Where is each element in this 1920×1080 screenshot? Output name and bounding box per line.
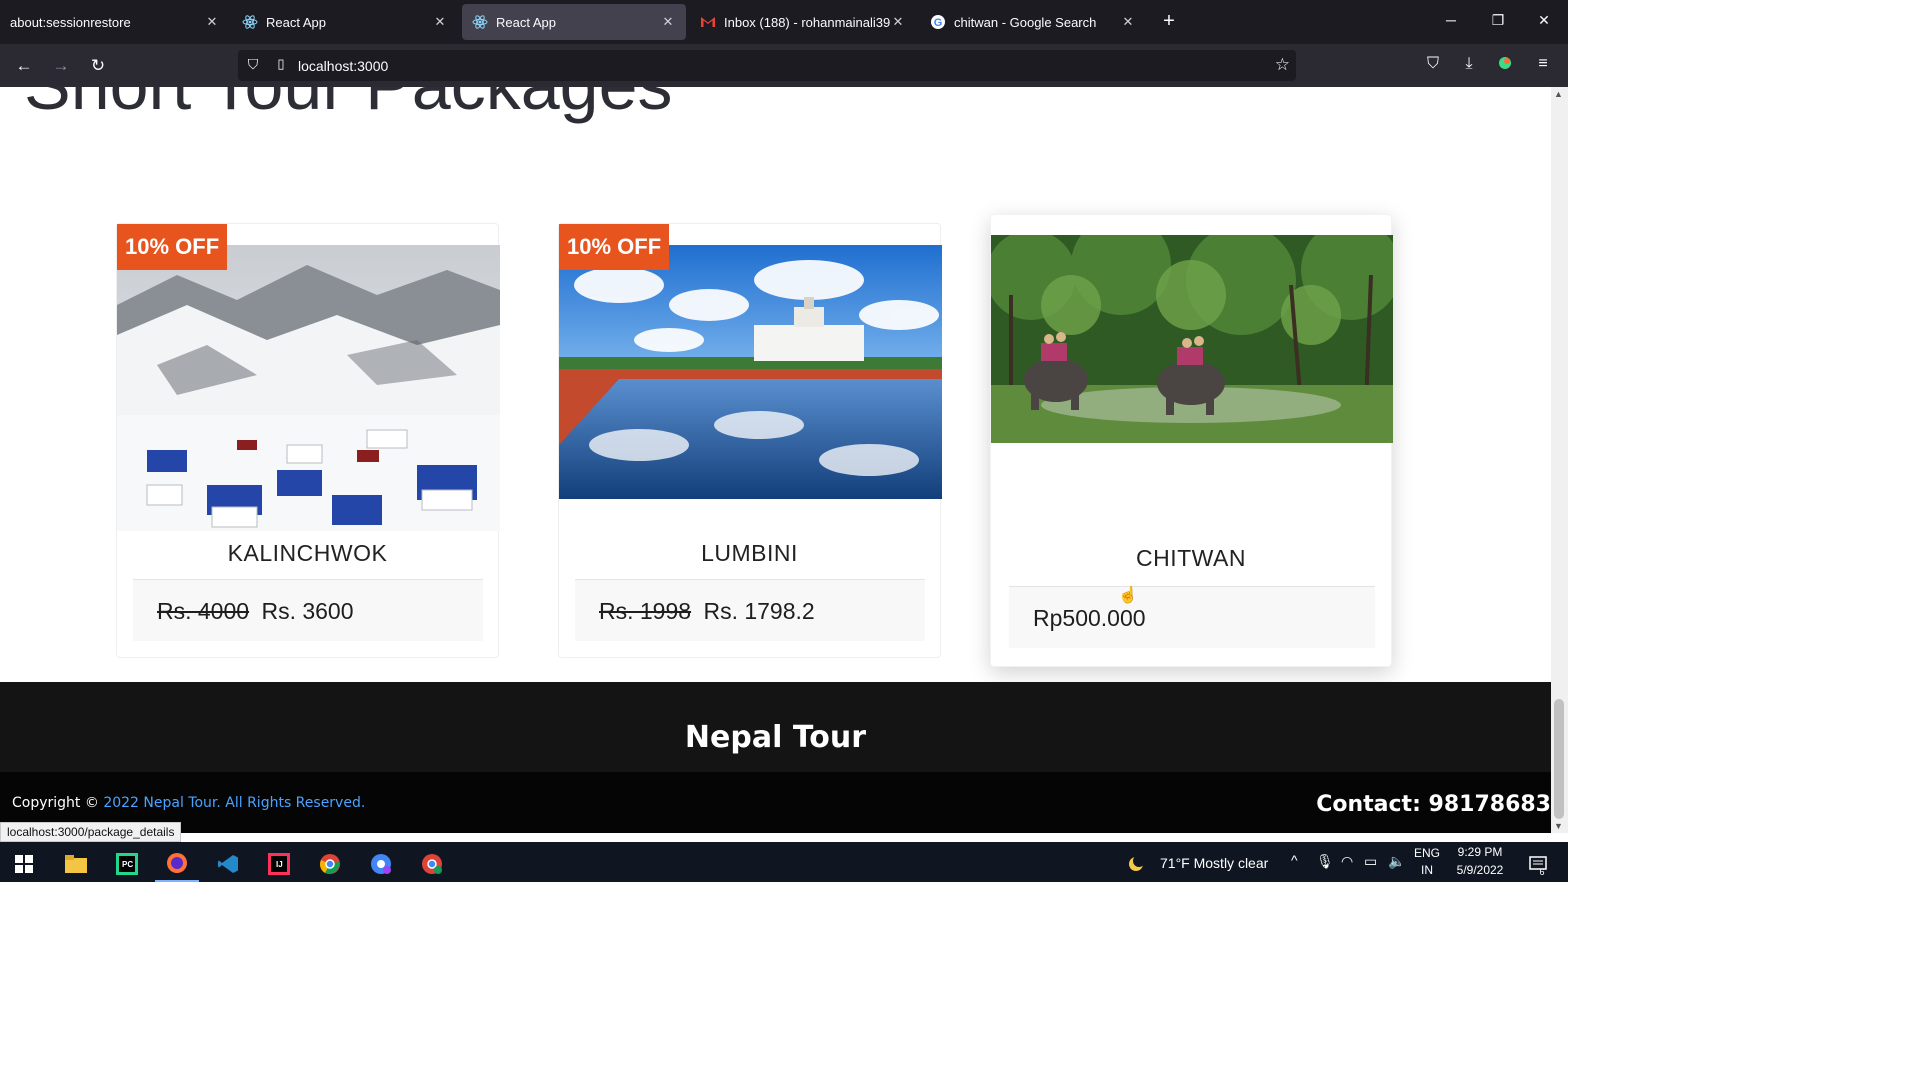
firefox-icon[interactable] — [155, 846, 199, 882]
weather-text[interactable]: 71°F Mostly clear — [1160, 855, 1268, 871]
windows-start-icon[interactable] — [2, 846, 46, 882]
tab-google-search[interactable]: G chitwan - Google Search ✕ — [920, 4, 1146, 40]
contact-text: Contact: 98178683 — [1316, 792, 1551, 817]
svg-text:G: G — [934, 17, 943, 29]
intellij-icon[interactable]: IJ — [257, 846, 301, 882]
discounted-price: Rs. 3600 — [261, 598, 354, 624]
page-viewport: Short Tour Packages — [0, 87, 1551, 833]
minimize-icon[interactable]: ─ — [1441, 12, 1461, 28]
gmail-icon — [700, 14, 716, 30]
chrome-icon[interactable] — [308, 846, 352, 882]
scroll-up-arrow-icon[interactable]: ▲ — [1554, 89, 1563, 99]
browser-nav-bar: ← → ↻ ⛉ ▯ localhost:3000 ☆ ⛉ ⤓ ≡ — [0, 44, 1568, 87]
chevron-up-icon[interactable]: ^ — [1291, 852, 1298, 868]
window-close-icon[interactable]: ✕ — [1534, 12, 1554, 29]
package-card-kalinchwok[interactable]: 10% OFF KALINCHWOK Rs. 4000 Rs. 3600 — [116, 223, 500, 658]
footer-bottom: Copyright © 2022 Nepal Tour. All Rights … — [0, 772, 1551, 833]
pycharm-icon[interactable]: PC — [105, 846, 149, 882]
link-status-tooltip: localhost:3000/package_details — [0, 822, 182, 842]
browser-tab-strip: about:sessionrestore ✕ React App ✕ React… — [0, 0, 1568, 44]
menu-hamburger-icon[interactable]: ≡ — [1532, 55, 1554, 73]
battery-icon[interactable]: ▭ — [1364, 853, 1377, 870]
copyright-text: Copyright © 2022 Nepal Tour. All Rights … — [12, 795, 365, 811]
volume-icon[interactable]: 🔈 — [1388, 853, 1405, 870]
language-bottom[interactable]: IN — [1412, 863, 1442, 877]
tab-label: React App — [496, 14, 556, 30]
price-box: Rp500.000 — [1009, 586, 1375, 648]
react-icon — [472, 14, 488, 30]
discount-badge: 10% OFF — [559, 224, 670, 270]
back-arrow-icon[interactable]: ← — [13, 55, 35, 77]
tab-gmail-inbox[interactable]: Inbox (188) - rohanmainali39@ ✕ — [690, 4, 916, 40]
tab-label: Inbox (188) - rohanmainali39@ — [724, 14, 890, 30]
scroll-down-arrow-icon[interactable]: ▼ — [1554, 821, 1563, 831]
chrome-profile-2-icon[interactable] — [410, 846, 454, 882]
extension-icon[interactable] — [1494, 55, 1516, 76]
tab-react-app-active[interactable]: React App ✕ — [462, 4, 686, 40]
tab-label: React App — [266, 14, 326, 30]
reload-icon[interactable]: ↻ — [87, 55, 109, 77]
svg-text:IJ: IJ — [276, 860, 283, 869]
page-scrollbar[interactable]: ▲ ▼ — [1551, 87, 1568, 833]
weather-moon-icon[interactable] — [1116, 846, 1156, 882]
tab-close-icon[interactable]: ✕ — [432, 14, 448, 30]
scrollbar-thumb[interactable] — [1554, 699, 1564, 819]
original-price: Rs. 1998 — [599, 598, 692, 624]
google-icon: G — [930, 14, 946, 30]
download-icon[interactable]: ⤓ — [1458, 55, 1480, 73]
tab-close-icon[interactable]: ✕ — [660, 14, 676, 30]
new-tab-button[interactable]: + — [1158, 10, 1180, 33]
price-box: Rs. 1998 Rs. 1798.2 — [575, 579, 925, 641]
footer-top: Nepal Tour — [0, 682, 1551, 772]
vscode-icon[interactable] — [206, 846, 250, 882]
language-top[interactable]: ENG — [1412, 846, 1442, 860]
tab-react-app-1[interactable]: React App ✕ — [232, 4, 458, 40]
page-info-icon[interactable]: ▯ — [272, 56, 290, 74]
discount-badge: 10% OFF — [117, 224, 228, 270]
package-image-snowy-village — [117, 245, 500, 531]
tab-close-icon[interactable]: ✕ — [204, 14, 220, 30]
notification-count-badge: 6 — [1539, 867, 1545, 877]
tab-session-restore[interactable]: about:sessionrestore ✕ — [0, 4, 230, 40]
address-bar[interactable]: ⛉ ▯ localhost:3000 ☆ — [238, 50, 1296, 81]
pocket-icon[interactable]: ⛉ — [1422, 55, 1444, 73]
price-row: Rp500.000 — [1033, 605, 1146, 632]
copyright-prefix: Copyright © — [12, 795, 99, 811]
tab-close-icon[interactable]: ✕ — [1120, 14, 1136, 30]
price-row: Rs. 1998 Rs. 1798.2 — [599, 598, 815, 625]
shield-icon[interactable]: ⛉ — [244, 56, 262, 74]
tab-label: about:sessionrestore — [10, 14, 131, 30]
windows-taskbar: PC IJ 71°F Mostly clear ^ 🎙 ◠ ▭ 🔈 ENG IN… — [0, 842, 1568, 882]
price-box: Rs. 4000 Rs. 3600 — [133, 579, 483, 641]
package-card-chitwan[interactable]: CHITWAN Rp500.000 — [990, 214, 1393, 667]
section-title: Short Tour Packages — [24, 87, 673, 125]
url-text[interactable]: localhost:3000 — [298, 58, 388, 74]
package-card-lumbini[interactable]: 10% OFF LUMBINI Rs. 1998 Rs. 1798.2 — [558, 223, 942, 658]
clock-date[interactable]: 5/9/2022 — [1450, 863, 1510, 877]
package-name: LUMBINI — [701, 540, 798, 566]
package-price: Rp500.000 — [1033, 605, 1146, 631]
price-row: Rs. 4000 Rs. 3600 — [157, 598, 354, 625]
copyright-link[interactable]: 2022 Nepal Tour. All Rights Reserved. — [103, 795, 365, 811]
microphone-icon[interactable]: 🎙 — [1316, 853, 1334, 870]
restore-icon[interactable]: ❐ — [1488, 12, 1508, 29]
react-icon — [242, 14, 258, 30]
package-name: CHITWAN — [1136, 545, 1246, 571]
package-image-elephants-jungle — [991, 235, 1393, 443]
wifi-icon[interactable]: ◠ — [1341, 853, 1353, 870]
hand-cursor-icon: ☝ — [1118, 587, 1138, 604]
footer-brand: Nepal Tour — [684, 720, 867, 755]
package-name: KALINCHWOK — [227, 540, 388, 566]
chrome-profile-icon[interactable] — [359, 846, 403, 882]
package-image-temple-pond — [559, 245, 942, 499]
forward-arrow-icon[interactable]: → — [50, 55, 72, 77]
file-explorer-icon[interactable] — [54, 846, 98, 882]
svg-text:PC: PC — [122, 860, 133, 869]
tab-label: chitwan - Google Search — [954, 14, 1097, 30]
original-price: Rs. 4000 — [157, 598, 250, 624]
clock-time[interactable]: 9:29 PM — [1450, 845, 1510, 859]
bookmark-star-icon[interactable]: ☆ — [1275, 55, 1290, 75]
tab-close-icon[interactable]: ✕ — [890, 14, 906, 30]
discounted-price: Rs. 1798.2 — [703, 598, 815, 624]
